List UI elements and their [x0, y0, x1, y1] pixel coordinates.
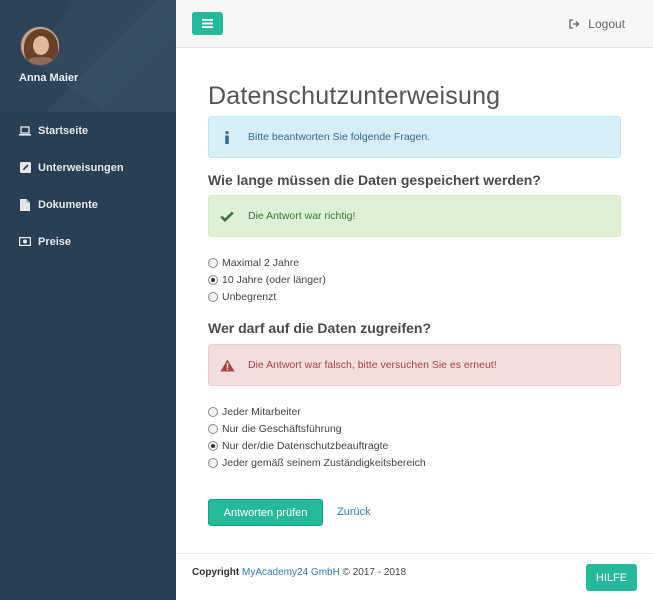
copyright-years: © 2017 - 2018 — [342, 567, 407, 578]
option-label: Nur die Geschäftsführung — [222, 422, 342, 435]
option-label: Nur der/die Datenschutzbeauftragte — [222, 439, 389, 452]
question-1-text: Wie lange müssen die Daten gespeichert w… — [208, 172, 541, 188]
sidebar: Anna Maier Startseite Unterweisungen Dok… — [0, 0, 176, 600]
radio-button[interactable] — [208, 406, 218, 417]
menu-toggle-button[interactable] — [192, 12, 223, 35]
info-alert: Bitte beantworten Sie folgende Fragen. — [208, 116, 621, 158]
file-icon — [19, 198, 31, 211]
radio-option[interactable]: Maximal 2 Jahre — [208, 254, 326, 271]
option-label: 10 Jahre (oder länger) — [222, 273, 326, 286]
success-message: Die Antwort war richtig! — [248, 210, 356, 222]
success-alert: Die Antwort war richtig! — [208, 195, 621, 237]
sidebar-item-label: Unterweisungen — [38, 161, 124, 174]
sign-out-icon — [569, 19, 580, 29]
option-label: Jeder gemäß seinem Zuständigkeitsbereich — [222, 456, 426, 469]
radio-option[interactable]: Jeder gemäß seinem Zuständigkeitsbereich — [208, 454, 426, 471]
radio-button-selected[interactable] — [208, 274, 218, 285]
radio-button-selected[interactable] — [208, 440, 218, 451]
radio-option[interactable]: Nur die Geschäftsführung — [208, 420, 426, 437]
radio-option[interactable]: Unbegrenzt — [208, 288, 326, 305]
sidebar-nav: Startseite Unterweisungen Dokumente Prei… — [0, 112, 176, 260]
check-icon — [219, 210, 235, 222]
radio-button[interactable] — [208, 457, 218, 468]
question-1-options: Maximal 2 Jahre 10 Jahre (oder länger) U… — [208, 254, 326, 305]
copyright: Copyright MyAcademy24 GmbH © 2017 - 2018 — [192, 567, 406, 578]
error-alert: Die Antwort war falsch, bitte versuchen … — [208, 344, 621, 386]
radio-option[interactable]: 10 Jahre (oder länger) — [208, 271, 326, 288]
hamburger-icon — [202, 15, 213, 33]
laptop-icon — [19, 125, 31, 137]
company-link[interactable]: MyAcademy24 GmbH — [242, 567, 340, 578]
sidebar-item-startseite[interactable]: Startseite — [0, 112, 176, 149]
page-title: Datenschutzunterweisung — [208, 82, 501, 110]
radio-option[interactable]: Nur der/die Datenschutzbeauftragte — [208, 437, 426, 454]
info-icon — [219, 130, 235, 144]
copyright-label: Copyright — [192, 567, 240, 578]
top-nav: Logout — [176, 0, 653, 48]
option-label: Unbegrenzt — [222, 290, 277, 303]
footer: Copyright MyAcademy24 GmbH © 2017 - 2018… — [176, 553, 653, 600]
help-button[interactable]: HILFE — [586, 564, 637, 591]
back-link[interactable]: Zurück — [337, 506, 371, 518]
logout-label: Logout — [588, 17, 625, 31]
radio-option[interactable]: Jeder Mitarbeiter — [208, 403, 426, 420]
main-content: Datenschutzunterweisung Bitte beantworte… — [176, 48, 653, 553]
sidebar-item-label: Preise — [38, 235, 72, 248]
error-message: Die Antwort war falsch, bitte versuchen … — [248, 359, 497, 371]
sidebar-item-preise[interactable]: Preise — [0, 223, 176, 260]
radio-button[interactable] — [208, 423, 218, 434]
sidebar-item-label: Dokumente — [38, 198, 98, 211]
sidebar-item-label: Startseite — [38, 124, 89, 137]
option-label: Maximal 2 Jahre — [222, 256, 300, 269]
sidebar-item-dokumente[interactable]: Dokumente — [0, 186, 176, 223]
sidebar-item-unterweisungen[interactable]: Unterweisungen — [0, 149, 176, 186]
question-2-options: Jeder Mitarbeiter Nur die Geschäftsführu… — [208, 403, 426, 471]
option-label: Jeder Mitarbeiter — [222, 405, 301, 418]
money-icon — [19, 236, 31, 248]
profile-panel: Anna Maier — [0, 0, 176, 112]
radio-button[interactable] — [208, 257, 218, 268]
radio-button[interactable] — [208, 291, 218, 302]
user-name: Anna Maier — [19, 72, 79, 84]
edit-icon — [19, 162, 31, 174]
check-answers-button[interactable]: Antworten prüfen — [208, 499, 323, 526]
info-message: Bitte beantworten Sie folgende Fragen. — [248, 131, 431, 143]
avatar — [20, 26, 60, 66]
logout-link[interactable]: Logout — [569, 17, 625, 31]
warning-icon — [219, 359, 235, 372]
question-2-text: Wer darf auf die Daten zugreifen? — [208, 320, 431, 336]
